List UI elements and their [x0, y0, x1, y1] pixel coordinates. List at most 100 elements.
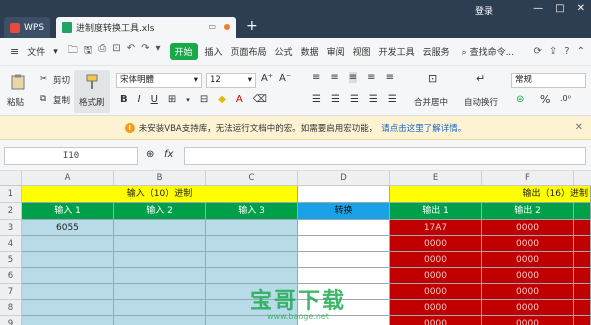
paste-label[interactable]: 粘贴 [7, 96, 24, 108]
output-cell[interactable]: 0000 [482, 252, 574, 268]
align-center-icon[interactable]: ☰ [331, 94, 340, 105]
close-button[interactable]: ✕ [577, 3, 585, 14]
output-cell[interactable]: 0000 [390, 284, 482, 300]
input-cell[interactable] [206, 220, 298, 236]
input-cell[interactable] [22, 284, 114, 300]
italic-icon[interactable]: I [138, 94, 141, 105]
header-output-1[interactable]: 输出 1 [390, 203, 482, 220]
font-name-select[interactable]: 宋体明體 ▾ [116, 73, 202, 88]
output-cell[interactable]: 0000 [482, 316, 574, 325]
output-cell[interactable]: 0000 [482, 284, 574, 300]
input-title-cell[interactable]: 输入（10）进制 [22, 186, 298, 203]
output-cell[interactable] [574, 252, 591, 268]
fill-color-icon[interactable]: ◆ [218, 94, 226, 105]
merge-center-label[interactable]: 合并居中 [414, 96, 448, 108]
input-cell[interactable] [114, 316, 206, 325]
row-header[interactable]: 8 [0, 300, 22, 316]
notice-link[interactable]: 请点击这里了解详情。 [381, 122, 466, 134]
wps-home-tab[interactable]: WPS [4, 17, 50, 38]
input-cell[interactable] [206, 252, 298, 268]
share-icon[interactable]: ⇪ [549, 46, 557, 57]
menu-cloud[interactable]: 云服务 [419, 45, 454, 58]
formula-input[interactable] [184, 147, 586, 165]
chevron-down-icon[interactable]: ▾ [186, 96, 190, 104]
bold-icon[interactable]: B [120, 94, 128, 105]
col-header-g[interactable] [574, 171, 591, 186]
menu-formula[interactable]: 公式 [271, 45, 297, 58]
copy-icon[interactable]: ⧉ [40, 94, 46, 104]
fx-icon[interactable]: fx [164, 149, 173, 160]
output-cell-e3[interactable]: 17A7 [390, 220, 482, 236]
menu-page-layout[interactable]: 页面布局 [227, 45, 271, 58]
merge-center-icon[interactable]: ⊡ [428, 72, 437, 85]
output-cell[interactable]: 0000 [390, 236, 482, 252]
minimize-button[interactable]: — [533, 3, 543, 14]
col-header-f[interactable]: F [482, 171, 574, 186]
output-cell[interactable] [574, 316, 591, 325]
row-header[interactable]: 9 [0, 316, 22, 325]
row-header[interactable]: 4 [0, 236, 22, 252]
output-cell[interactable]: 0000 [390, 300, 482, 316]
row-header[interactable]: 1 [0, 186, 22, 203]
wrap-text-icon[interactable]: ↵ [476, 72, 485, 85]
file-menu[interactable]: 文件 [23, 45, 49, 58]
cell-g2[interactable] [574, 203, 591, 220]
menu-developer[interactable]: 开发工具 [375, 45, 419, 58]
input-cell[interactable] [114, 268, 206, 284]
command-search[interactable]: ⌕ 查找命令... [462, 45, 515, 58]
open-folder-icon[interactable]: 🗀 [68, 43, 78, 60]
row-header[interactable]: 2 [0, 203, 22, 220]
output-cell[interactable] [574, 268, 591, 284]
distribute-icon[interactable]: ☰ [388, 94, 397, 105]
output-title-cell[interactable]: 输出（16）进制 [390, 186, 591, 203]
input-cell[interactable] [206, 268, 298, 284]
decimal-icon[interactable]: .0⁰ [560, 94, 571, 103]
select-all-corner[interactable] [0, 171, 22, 186]
sync-icon[interactable]: ⟳ [534, 46, 542, 57]
notice-close-icon[interactable]: ✕ [575, 122, 583, 133]
print-preview-icon[interactable]: ⊡ [112, 43, 120, 60]
wrap-text-label[interactable]: 自动换行 [464, 96, 498, 108]
hamburger-menu-icon[interactable]: ≡ [6, 45, 23, 58]
align-middle-icon[interactable]: ≡ [330, 72, 338, 83]
output-cell[interactable] [574, 284, 591, 300]
output-cell[interactable]: 0000 [482, 220, 574, 236]
convert-cell[interactable] [298, 220, 390, 236]
menu-insert[interactable]: 插入 [201, 45, 227, 58]
col-header-c[interactable]: C [206, 171, 298, 186]
currency-icon[interactable]: ⊜ [516, 94, 524, 105]
input-cell[interactable] [114, 284, 206, 300]
input-cell[interactable] [22, 252, 114, 268]
output-cell[interactable]: 0000 [482, 300, 574, 316]
chevron-down-icon[interactable]: ▾ [49, 47, 62, 57]
font-size-select[interactable]: 12 ▾ [206, 73, 256, 88]
monitor-icon[interactable]: ▭ [208, 22, 216, 31]
row-header[interactable]: 6 [0, 268, 22, 284]
save-icon[interactable]: 🖫 [84, 43, 93, 60]
menu-view[interactable]: 视图 [349, 45, 375, 58]
collapse-ribbon-icon[interactable]: ⌃ [577, 46, 585, 57]
number-format-select[interactable]: 常规 [511, 73, 586, 88]
col-header-a[interactable]: A [22, 171, 114, 186]
output-cell[interactable]: 0000 [390, 316, 482, 325]
help-icon[interactable]: ? [564, 46, 569, 57]
col-header-d[interactable]: D [298, 171, 390, 186]
row-header[interactable]: 5 [0, 252, 22, 268]
merge-icon[interactable]: ⊟ [200, 94, 208, 105]
input-cell[interactable] [22, 300, 114, 316]
underline-icon[interactable]: U [151, 94, 158, 105]
copy-label[interactable]: 复制 [53, 94, 70, 106]
output-cell[interactable] [574, 236, 591, 252]
decrease-font-icon[interactable]: A⁻ [279, 73, 291, 84]
input-cell[interactable] [114, 252, 206, 268]
align-top-icon[interactable]: ≡ [312, 72, 320, 83]
font-color-icon[interactable]: A [236, 94, 243, 105]
convert-cell[interactable] [298, 252, 390, 268]
convert-cell[interactable] [298, 236, 390, 252]
row-header[interactable]: 3 [0, 220, 22, 236]
header-input-2[interactable]: 输入 2 [114, 203, 206, 220]
menu-home[interactable]: 开始 [169, 43, 198, 60]
output-cell[interactable]: 0000 [482, 236, 574, 252]
justify-icon[interactable]: ☰ [369, 94, 378, 105]
align-left2-icon[interactable]: ☰ [312, 94, 321, 105]
